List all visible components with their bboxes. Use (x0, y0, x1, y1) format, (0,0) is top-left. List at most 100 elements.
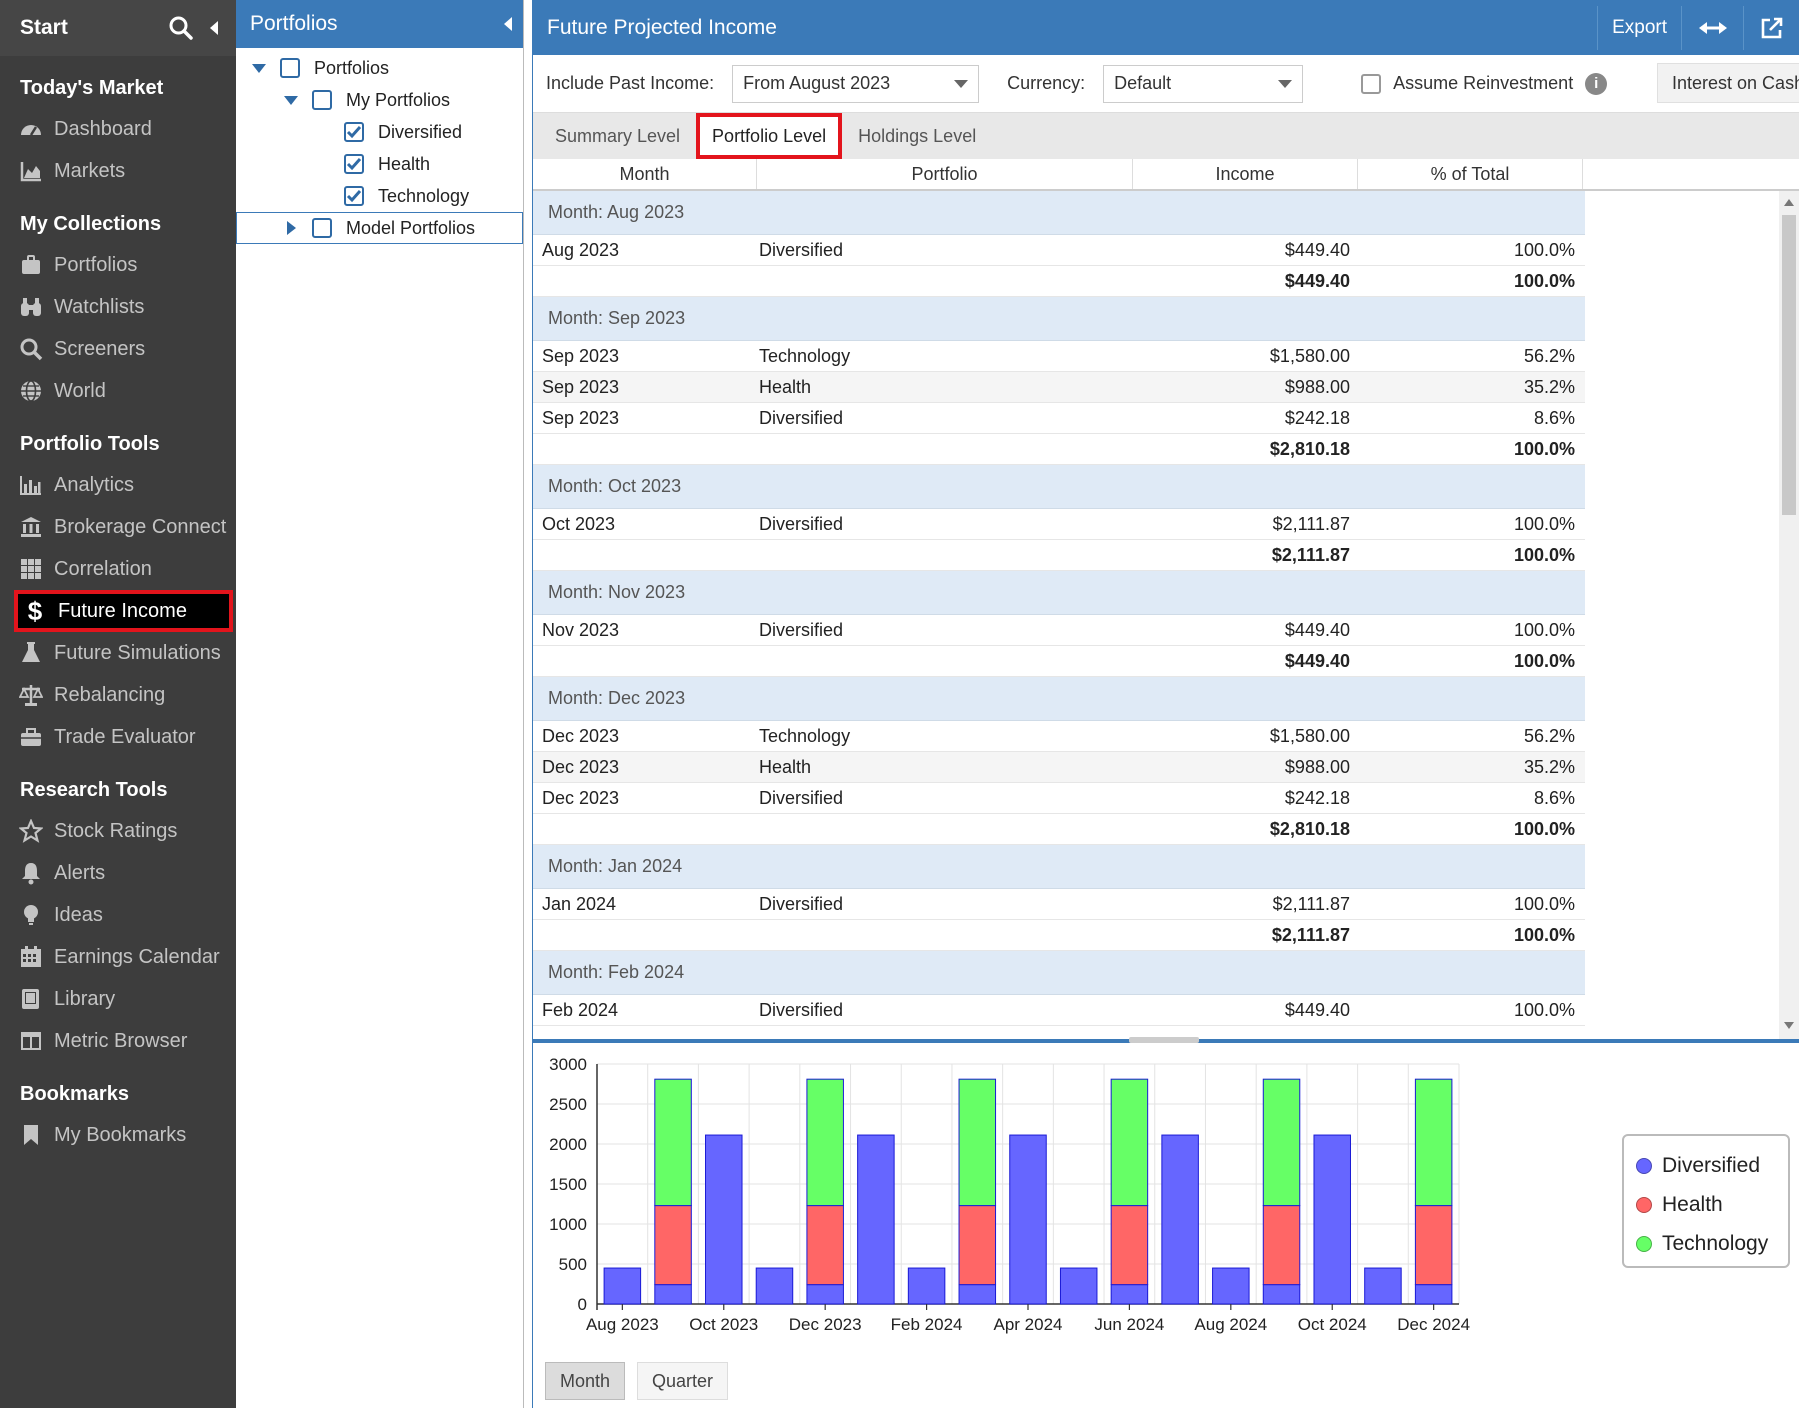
nav-item-portfolios[interactable]: Portfolios (0, 244, 236, 286)
info-icon[interactable]: i (1585, 72, 1608, 95)
bar-technology[interactable] (1414, 1078, 1453, 1207)
interest-on-cash-button[interactable]: Interest on Cash (1657, 63, 1799, 103)
nav-item-markets[interactable]: Markets (0, 150, 236, 192)
caret-down-icon[interactable] (280, 95, 302, 105)
bar-technology[interactable] (654, 1078, 692, 1207)
table-row[interactable]: Jan 2024 Diversified $2,111.87 100.0% (533, 889, 1585, 920)
group-header[interactable]: Month: Dec 2023 (533, 677, 1585, 721)
column-header[interactable]: Portfolio (757, 159, 1133, 189)
bar-health[interactable] (1110, 1205, 1149, 1286)
nav-item-correlation[interactable]: Correlation (0, 548, 236, 590)
bar-technology[interactable] (1262, 1078, 1301, 1207)
bar-diversified[interactable] (1059, 1267, 1098, 1305)
table-scrollbar[interactable] (1779, 191, 1799, 1039)
table-row[interactable]: Aug 2023 Diversified $449.40 100.0% (533, 235, 1585, 266)
tree-node[interactable]: Portfolios (236, 52, 523, 84)
bar-health[interactable] (806, 1205, 844, 1286)
nav-item-ideas[interactable]: Ideas (0, 894, 236, 936)
table-row[interactable]: Sep 2023 Health $988.00 35.2% (533, 372, 1585, 403)
collapse-tree-icon[interactable] (493, 16, 523, 32)
bar-diversified[interactable] (755, 1267, 794, 1305)
group-header[interactable]: Month: Aug 2023 (533, 191, 1585, 235)
tree-node[interactable]: Model Portfolios (236, 212, 523, 244)
legend-item-diversified[interactable]: Diversified (1636, 1146, 1776, 1185)
tab-summary-level[interactable]: Summary Level (539, 113, 696, 159)
group-header[interactable]: Month: Sep 2023 (533, 297, 1585, 341)
caret-right-icon[interactable] (280, 221, 302, 235)
currency-select[interactable]: Default (1103, 64, 1304, 103)
nav-item-dashboard[interactable]: Dashboard (0, 108, 236, 150)
period-month-button[interactable]: Month (545, 1362, 626, 1400)
tree-node[interactable]: Technology (236, 180, 523, 212)
tree-checkbox[interactable] (280, 58, 300, 78)
table-row[interactable]: Dec 2023 Health $988.00 35.2% (533, 752, 1585, 783)
tree-checkbox[interactable] (312, 90, 332, 110)
expand-width-icon[interactable] (1681, 5, 1743, 50)
bar-health[interactable] (1414, 1205, 1453, 1286)
reinvestment-checkbox[interactable] (1361, 73, 1382, 94)
group-header[interactable]: Month: Jan 2024 (533, 845, 1585, 889)
tab-holdings-level[interactable]: Holdings Level (842, 113, 992, 159)
bar-diversified[interactable] (1313, 1134, 1351, 1305)
group-header[interactable]: Month: Oct 2023 (533, 465, 1585, 509)
nav-item-analytics[interactable]: Analytics (0, 464, 236, 506)
table-row[interactable]: Sep 2023 Diversified $242.18 8.6% (533, 403, 1585, 434)
bar-health[interactable] (654, 1205, 692, 1286)
bar-diversified[interactable] (1110, 1284, 1149, 1305)
group-header[interactable]: Month: Feb 2024 (533, 951, 1585, 995)
export-button[interactable]: Export (1597, 5, 1681, 50)
table-row[interactable]: Feb 2024 Diversified $449.40 100.0% (533, 995, 1585, 1026)
tab-portfolio-level[interactable]: Portfolio Level (696, 113, 843, 159)
nav-item-future-income[interactable]: $ Future Income (14, 590, 233, 632)
bar-technology[interactable] (1110, 1078, 1149, 1207)
nav-item-trade-evaluator[interactable]: Trade Evaluator (0, 716, 236, 758)
scroll-up-icon[interactable] (1784, 199, 1794, 206)
nav-item-screeners[interactable]: Screeners (0, 328, 236, 370)
table-row[interactable]: Dec 2023 Diversified $242.18 8.6% (533, 783, 1585, 814)
bar-diversified[interactable] (654, 1284, 692, 1305)
nav-item-watchlists[interactable]: Watchlists (0, 286, 236, 328)
bar-diversified[interactable] (1212, 1267, 1250, 1305)
tree-checkbox[interactable] (344, 186, 364, 206)
table-row[interactable]: Sep 2023 Technology $1,580.00 56.2% (533, 341, 1585, 372)
tree-checkbox[interactable] (344, 154, 364, 174)
nav-item-my-bookmarks[interactable]: My Bookmarks (0, 1114, 236, 1156)
column-header[interactable]: Income (1133, 159, 1358, 189)
popout-icon[interactable] (1743, 5, 1799, 50)
tree-checkbox[interactable] (344, 122, 364, 142)
bar-technology[interactable] (958, 1078, 997, 1207)
tree-node[interactable]: Health (236, 148, 523, 180)
period-quarter-button[interactable]: Quarter (637, 1362, 729, 1400)
tree-node[interactable]: Diversified (236, 116, 523, 148)
bar-diversified[interactable] (1009, 1134, 1047, 1305)
group-header[interactable]: Month: Nov 2023 (533, 571, 1585, 615)
legend-item-health[interactable]: Health (1636, 1185, 1776, 1224)
scroll-down-icon[interactable] (1784, 1022, 1794, 1029)
nav-item-stock-ratings[interactable]: Stock Ratings (0, 810, 236, 852)
nav-item-rebalancing[interactable]: Rebalancing (0, 674, 236, 716)
nav-item-brokerage-connect[interactable]: Brokerage Connect (0, 506, 236, 548)
bar-health[interactable] (958, 1205, 997, 1286)
table-row[interactable]: Oct 2023 Diversified $2,111.87 100.0% (533, 509, 1585, 540)
legend-item-technology[interactable]: Technology (1636, 1224, 1776, 1263)
bar-diversified[interactable] (1414, 1284, 1453, 1305)
start-label[interactable]: Start (20, 16, 154, 40)
bar-diversified[interactable] (958, 1284, 997, 1305)
caret-down-icon[interactable] (248, 63, 270, 73)
bar-diversified[interactable] (603, 1267, 642, 1305)
bar-diversified[interactable] (806, 1284, 844, 1305)
column-header[interactable]: % of Total (1358, 159, 1583, 189)
bar-diversified[interactable] (1364, 1267, 1402, 1305)
nav-item-metric-browser[interactable]: Metric Browser (0, 1020, 236, 1062)
nav-item-world[interactable]: World (0, 370, 236, 412)
tree-checkbox[interactable] (312, 218, 332, 238)
bar-diversified[interactable] (857, 1134, 895, 1305)
search-icon[interactable] (168, 15, 194, 41)
nav-item-alerts[interactable]: Alerts (0, 852, 236, 894)
nav-item-future-simulations[interactable]: Future Simulations (0, 632, 236, 674)
bar-diversified[interactable] (1262, 1284, 1301, 1305)
collapse-nav-icon[interactable] (208, 20, 220, 36)
scroll-thumb[interactable] (1782, 215, 1796, 515)
pane-splitter[interactable] (533, 1037, 1799, 1043)
table-row[interactable]: Dec 2023 Technology $1,580.00 56.2% (533, 721, 1585, 752)
